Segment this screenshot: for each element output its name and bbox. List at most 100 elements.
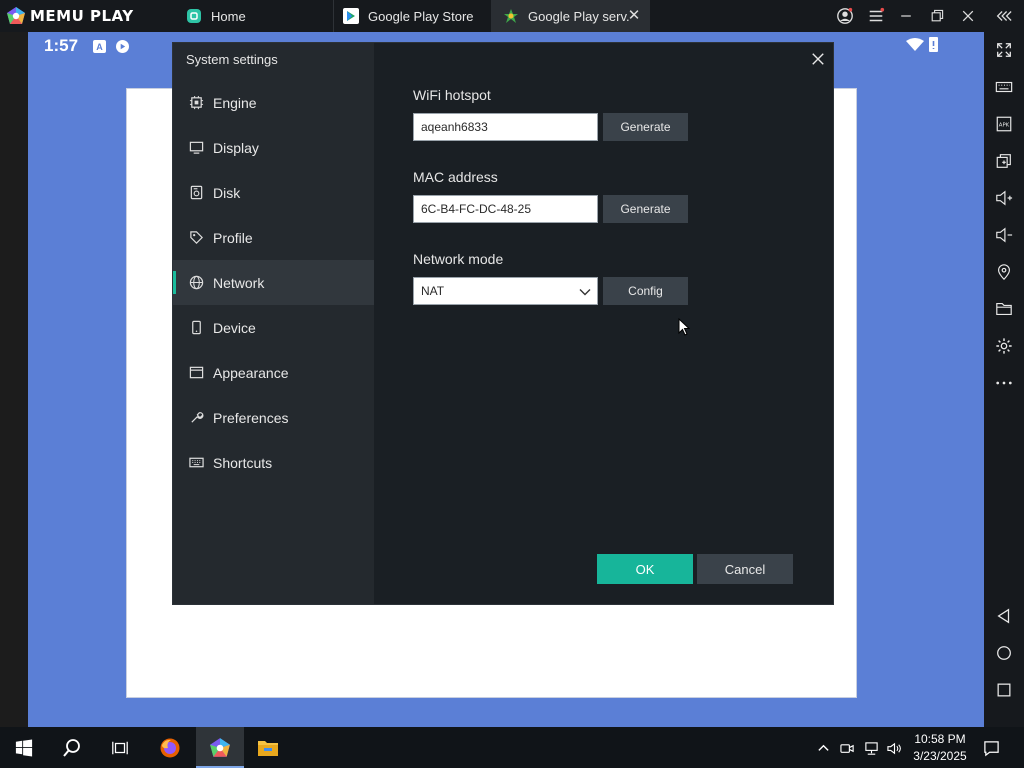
left-edge — [0, 32, 28, 727]
nav-item-shortcuts[interactable]: Shortcuts — [173, 440, 374, 485]
mac-address-input[interactable]: 6C-B4-FC-DC-48-25 — [413, 195, 598, 223]
multi-instance-icon[interactable] — [992, 149, 1016, 173]
collapse-sidebar-icon[interactable] — [993, 6, 1013, 26]
wifi-hotspot-label: WiFi hotspot — [413, 87, 491, 103]
wifi-hotspot-input[interactable]: aqeanh6833 — [413, 113, 598, 141]
nav-item-network[interactable]: Network — [173, 260, 374, 305]
a-status-icon: A — [93, 40, 106, 53]
nav-item-engine[interactable]: Engine — [173, 80, 374, 125]
emulator-title-bar: MEMU PLAY Home Google Play Store Google … — [0, 0, 1024, 32]
firefox-icon[interactable] — [157, 735, 183, 761]
location-icon[interactable] — [992, 260, 1016, 284]
back-icon[interactable] — [992, 604, 1016, 628]
nav-label: Engine — [213, 94, 257, 111]
network-mode-value: NAT — [421, 284, 445, 298]
screen: { "app": { "brand": "MEMU PLAY" }, "tabs… — [0, 0, 1024, 768]
tag-icon — [188, 230, 204, 246]
notifications-icon[interactable] — [982, 739, 1000, 757]
play-store-icon — [343, 8, 359, 24]
config-button[interactable]: Config — [603, 277, 688, 305]
home-icon[interactable] — [992, 641, 1016, 665]
windows-taskbar: 10:58 PM 3/23/2025 — [0, 727, 1024, 768]
ok-button[interactable]: OK — [597, 554, 693, 584]
tab-label: Google Play serv. — [528, 8, 630, 24]
file-explorer-icon[interactable] — [255, 735, 281, 761]
nav-label: Network — [213, 274, 265, 291]
close-tab-icon[interactable]: ✕ — [626, 8, 642, 24]
windows-start-icon[interactable] — [11, 735, 37, 761]
svg-text:APK: APK — [999, 123, 1010, 129]
account-icon[interactable] — [835, 6, 855, 26]
keyboard-icon — [188, 455, 204, 471]
memu-brand: MEMU PLAY — [6, 6, 134, 26]
taskbar-time: 10:58 PM — [914, 732, 966, 746]
home-app-icon — [186, 8, 202, 24]
network-tray-icon[interactable] — [862, 739, 880, 757]
disk-icon — [188, 185, 204, 201]
dialog-title: System settings — [186, 52, 278, 67]
nav-item-profile[interactable]: Profile — [173, 215, 374, 260]
memu-taskbar-icon[interactable] — [207, 735, 233, 761]
shield-status-icon — [116, 40, 129, 53]
nav-item-device[interactable]: Device — [173, 305, 374, 350]
folder-icon[interactable] — [992, 297, 1016, 321]
tab-label: Google Play Store — [368, 8, 474, 24]
phone-icon — [188, 320, 204, 336]
gear-icon[interactable] — [992, 334, 1016, 358]
memu-logo-icon — [7, 7, 25, 24]
cancel-button[interactable]: Cancel — [697, 554, 793, 584]
more-options-icon[interactable] — [992, 371, 1016, 395]
brand-text: MEMU PLAY — [30, 7, 134, 25]
menu-icon[interactable] — [866, 6, 886, 26]
emulator-toolbar: APK — [984, 32, 1024, 727]
volume-down-icon[interactable] — [992, 223, 1016, 247]
network-mode-label: Network mode — [413, 251, 504, 267]
nav-label: Preferences — [213, 409, 289, 426]
mouse-cursor-icon — [678, 318, 690, 336]
chevron-down-icon — [579, 289, 591, 296]
play-services-icon — [503, 8, 519, 24]
keyboard-mapping-icon[interactable] — [992, 75, 1016, 99]
battery-status-icon — [929, 37, 938, 52]
show-hidden-icons-icon[interactable] — [814, 739, 832, 757]
recent-apps-icon[interactable] — [992, 678, 1016, 702]
wifi-status-icon — [906, 38, 924, 57]
globe-icon — [188, 275, 204, 291]
network-mode-select[interactable]: NAT — [413, 277, 598, 305]
nav-item-preferences[interactable]: Preferences — [173, 395, 374, 440]
chip-icon — [188, 95, 204, 111]
nav-label: Shortcuts — [213, 454, 273, 471]
nav-label: Device — [213, 319, 256, 336]
window-icon — [188, 365, 204, 381]
meet-now-icon[interactable] — [838, 739, 856, 757]
search-icon[interactable] — [59, 735, 85, 761]
generate-wifi-button[interactable]: Generate — [603, 113, 688, 141]
close-window-icon[interactable] — [958, 6, 978, 26]
taskbar-clock[interactable]: 10:58 PM 3/23/2025 — [906, 731, 974, 765]
nav-item-appearance[interactable]: Appearance — [173, 350, 374, 395]
tab-home[interactable]: Home — [186, 0, 334, 32]
apk-install-icon[interactable]: APK — [992, 112, 1016, 136]
settings-sidebar: System settings Engine Display Disk Prof… — [173, 43, 374, 604]
taskbar-date: 3/23/2025 — [913, 749, 967, 763]
generate-mac-button[interactable]: Generate — [603, 195, 688, 223]
restore-icon[interactable] — [927, 6, 947, 26]
volume-tray-icon[interactable] — [885, 739, 903, 757]
nav-label: Display — [213, 139, 259, 156]
system-settings-dialog: System settings Engine Display Disk Prof… — [172, 42, 834, 605]
wrench-icon — [188, 410, 204, 426]
volume-up-icon[interactable] — [992, 186, 1016, 210]
nav-item-display[interactable]: Display — [173, 125, 374, 170]
mac-address-label: MAC address — [413, 169, 498, 185]
tab-label: Home — [211, 8, 246, 24]
nav-item-disk[interactable]: Disk — [173, 170, 374, 215]
task-view-icon[interactable] — [107, 735, 133, 761]
nav-label: Disk — [213, 184, 241, 201]
fullscreen-icon[interactable] — [992, 38, 1016, 62]
nav-label: Profile — [213, 229, 253, 246]
tab-play-store[interactable]: Google Play Store — [343, 0, 491, 32]
minimize-icon[interactable] — [896, 6, 916, 26]
android-clock: 1:57 — [44, 36, 79, 55]
tab-play-services[interactable]: Google Play serv. ✕ — [491, 0, 650, 32]
close-dialog-icon[interactable] — [809, 50, 827, 68]
